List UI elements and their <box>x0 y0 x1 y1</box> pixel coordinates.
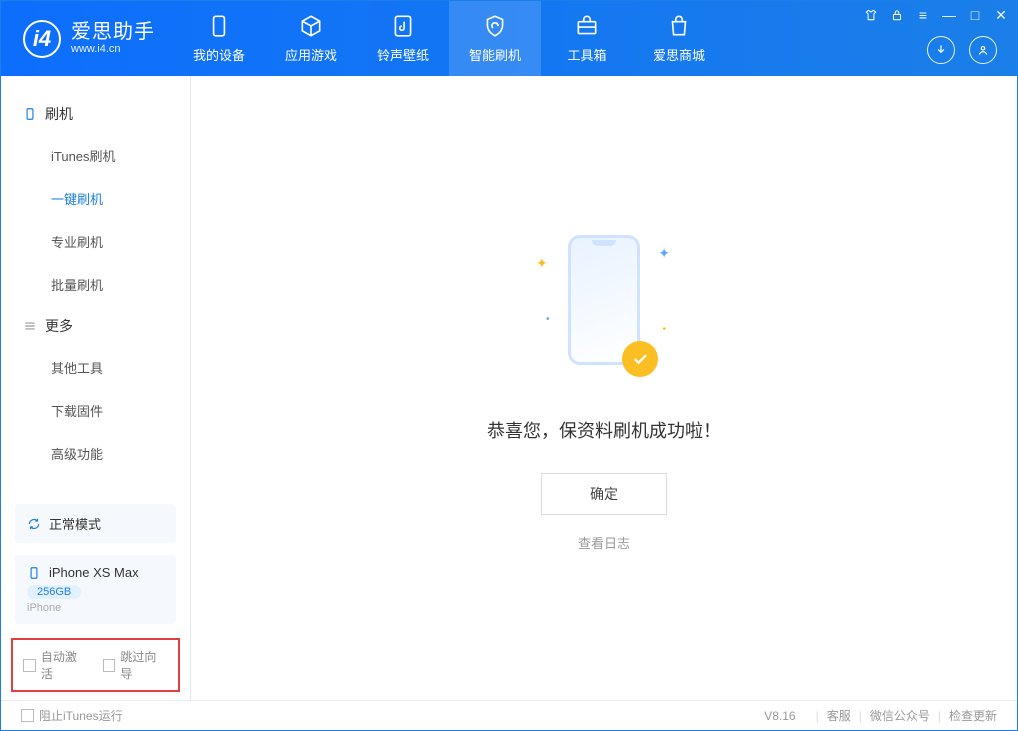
options-row: 自动激活 跳过向导 <box>11 638 180 692</box>
tab-toolbox[interactable]: 工具箱 <box>541 1 633 76</box>
header-action-icons <box>927 36 997 64</box>
footer: 阻止iTunes运行 V8.16 | 客服 | 微信公众号 | 检查更新 <box>1 700 1017 730</box>
mode-box[interactable]: 正常模式 <box>15 504 176 543</box>
link-check-update[interactable]: 检查更新 <box>949 707 997 724</box>
shirt-icon[interactable] <box>863 7 879 23</box>
sidebar-item-other-tools[interactable]: 其他工具 <box>1 346 190 389</box>
sidebar-item-download-firmware[interactable]: 下载固件 <box>1 389 190 432</box>
link-service[interactable]: 客服 <box>827 707 851 724</box>
logo-subtitle: www.i4.cn <box>71 43 155 55</box>
toolbox-icon <box>574 13 600 39</box>
checkbox-skip-guide[interactable]: 跳过向导 <box>103 648 169 682</box>
logo-title: 爱思助手 <box>71 21 155 43</box>
nav-tabs: 我的设备 应用游戏 铃声壁纸 智能刷机 工具箱 爱思商城 <box>173 1 725 76</box>
version-label: V8.16 <box>764 709 795 723</box>
device-icon <box>23 107 37 121</box>
success-illustration: ✦✦•• <box>544 225 664 395</box>
success-message: 恭喜您，保资料刷机成功啦！ <box>487 417 721 443</box>
logo[interactable]: i4 爱思助手 www.i4.cn <box>1 20 173 58</box>
sidebar-item-oneclick-flash[interactable]: 一键刷机 <box>1 177 190 220</box>
sync-icon <box>27 517 41 531</box>
phone-small-icon <box>27 566 41 580</box>
tab-ringtone-wallpaper[interactable]: 铃声壁纸 <box>357 1 449 76</box>
refresh-shield-icon <box>482 13 508 39</box>
confirm-button[interactable]: 确定 <box>541 473 667 515</box>
device-info-box[interactable]: iPhone XS Max 256GB iPhone <box>15 555 176 624</box>
device-type: iPhone <box>27 602 164 614</box>
sidebar-section-more[interactable]: 更多 <box>1 306 190 346</box>
sidebar-item-pro-flash[interactable]: 专业刷机 <box>1 220 190 263</box>
close-button[interactable]: ✕ <box>993 7 1009 23</box>
check-circle-icon <box>622 341 658 377</box>
menu-icon[interactable]: ≡ <box>915 7 931 23</box>
lock-icon[interactable] <box>889 7 905 23</box>
user-icon[interactable] <box>969 36 997 64</box>
logo-icon: i4 <box>23 20 61 58</box>
minimize-button[interactable]: — <box>941 7 957 23</box>
link-wechat[interactable]: 微信公众号 <box>870 707 930 724</box>
device-name: iPhone XS Max <box>49 565 139 580</box>
checkbox-block-itunes[interactable]: 阻止iTunes运行 <box>21 707 123 724</box>
list-icon <box>23 319 37 333</box>
maximize-button[interactable]: □ <box>967 7 983 23</box>
download-icon[interactable] <box>927 36 955 64</box>
header: i4 爱思助手 www.i4.cn 我的设备 应用游戏 铃声壁纸 智能刷机 工具… <box>1 1 1017 76</box>
sidebar-item-batch-flash[interactable]: 批量刷机 <box>1 263 190 306</box>
tab-apps-games[interactable]: 应用游戏 <box>265 1 357 76</box>
window-controls: ≡ — □ ✕ <box>863 7 1009 23</box>
music-file-icon <box>390 13 416 39</box>
storage-badge: 256GB <box>27 585 81 599</box>
tab-smart-flash[interactable]: 智能刷机 <box>449 1 541 76</box>
cube-icon <box>298 13 324 39</box>
sidebar-item-advanced[interactable]: 高级功能 <box>1 432 190 475</box>
sidebar-section-flash[interactable]: 刷机 <box>1 94 190 134</box>
sidebar-item-itunes-flash[interactable]: iTunes刷机 <box>1 134 190 177</box>
sidebar: 刷机 iTunes刷机 一键刷机 专业刷机 批量刷机 更多 其他工具 下载固件 … <box>1 76 191 700</box>
tab-store[interactable]: 爱思商城 <box>633 1 725 76</box>
main-content: ✦✦•• 恭喜您，保资料刷机成功啦！ 确定 查看日志 <box>191 76 1017 700</box>
phone-icon <box>206 13 232 39</box>
bag-icon <box>666 13 692 39</box>
checkbox-auto-activate[interactable]: 自动激活 <box>23 648 89 682</box>
tab-my-device[interactable]: 我的设备 <box>173 1 265 76</box>
view-log-link[interactable]: 查看日志 <box>578 533 630 552</box>
